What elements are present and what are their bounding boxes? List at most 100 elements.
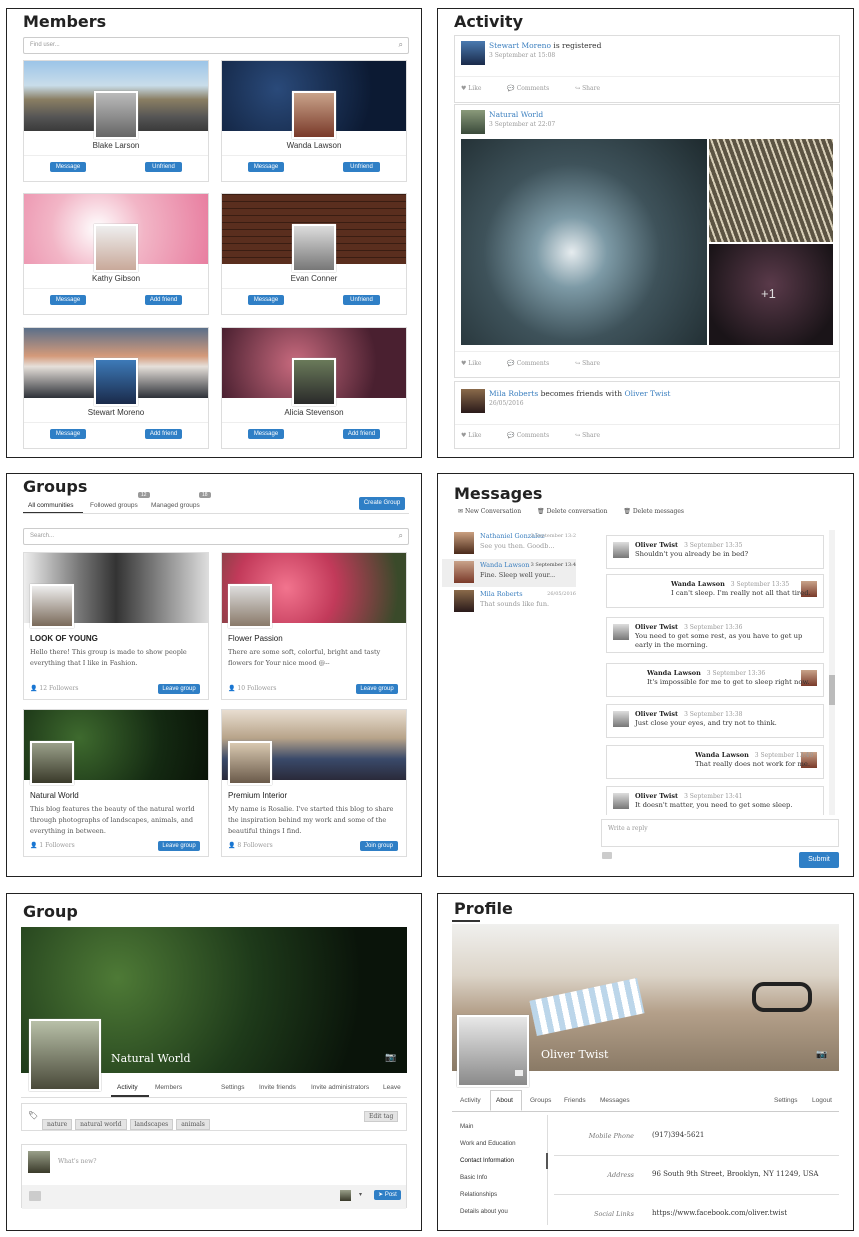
friend-link[interactable]: Oliver Twist bbox=[624, 389, 670, 398]
add-friend-button[interactable]: Add friend bbox=[145, 429, 182, 439]
group-title[interactable]: Flower Passion bbox=[228, 634, 283, 643]
join-group-button[interactable]: Join group bbox=[360, 841, 398, 851]
tab-settings[interactable]: Settings bbox=[221, 1084, 245, 1091]
tab-friends[interactable]: Friends bbox=[564, 1097, 586, 1104]
add-friend-button[interactable]: Add friend bbox=[343, 429, 380, 439]
new-conversation-button[interactable]: ✉ New Conversation bbox=[458, 508, 521, 515]
like-button[interactable]: ♥ Like bbox=[461, 85, 493, 92]
tab-activity[interactable]: Activity bbox=[117, 1084, 138, 1091]
leave-group-button[interactable]: Leave group bbox=[158, 684, 200, 694]
reply-textarea[interactable]: Write a reply bbox=[601, 819, 839, 847]
groups-search-input[interactable]: Search... ⌕ bbox=[23, 528, 409, 545]
edit-tag-button[interactable]: Edit tag bbox=[364, 1111, 399, 1122]
group-title[interactable]: Premium Interior bbox=[228, 791, 287, 800]
social-link[interactable]: https://www.facebook.com/oliver.twist bbox=[652, 1209, 787, 1217]
group-title[interactable]: LOOK OF YOUNG bbox=[30, 634, 98, 643]
group-title[interactable]: Natural World bbox=[30, 791, 79, 800]
add-friend-button[interactable]: Add friend bbox=[145, 295, 182, 305]
tag-chip[interactable]: nature bbox=[42, 1119, 73, 1130]
camera-icon[interactable]: 📷 bbox=[385, 1052, 396, 1063]
post-photo-wheat[interactable] bbox=[709, 139, 833, 242]
post-user-link[interactable]: Stewart Moreno bbox=[489, 41, 551, 50]
leave-group-button[interactable]: Leave group bbox=[356, 684, 398, 694]
unfriend-button[interactable]: Unfriend bbox=[343, 162, 380, 172]
tab-activity[interactable]: Activity bbox=[460, 1097, 481, 1104]
find-user-input[interactable]: Find user... ⌕ bbox=[23, 37, 409, 54]
tag-chip[interactable]: landscapes bbox=[129, 1119, 174, 1130]
member-name[interactable]: Blake Larson bbox=[24, 141, 208, 150]
member-name[interactable]: Alicia Stevenson bbox=[222, 408, 406, 417]
tab-about[interactable]: About bbox=[496, 1097, 513, 1104]
share-button[interactable]: ↪ Share bbox=[575, 432, 612, 439]
tag-chip[interactable]: animals bbox=[176, 1119, 210, 1130]
group-avatar[interactable] bbox=[461, 110, 485, 134]
conversation-item-active[interactable]: Wanda Lawson 3 September 13:4 Fine. Slee… bbox=[442, 559, 576, 587]
tab-members[interactable]: Members bbox=[155, 1084, 182, 1091]
member-avatar[interactable] bbox=[292, 358, 336, 406]
user-avatar[interactable] bbox=[461, 41, 485, 65]
camera-icon[interactable] bbox=[515, 1070, 523, 1076]
privacy-avatar[interactable] bbox=[340, 1190, 351, 1201]
member-name[interactable]: Evan Conner bbox=[222, 274, 406, 283]
sidebar-item-relationships[interactable]: Relationships bbox=[460, 1191, 497, 1198]
search-icon[interactable]: ⌕ bbox=[399, 40, 403, 50]
like-button[interactable]: ♥ Like bbox=[461, 432, 493, 439]
share-button[interactable]: ↪ Share bbox=[575, 360, 612, 367]
message-button[interactable]: Message bbox=[248, 162, 284, 172]
tab-groups[interactable]: Groups bbox=[530, 1097, 551, 1104]
post-user-link[interactable]: Natural World bbox=[489, 110, 543, 119]
message-button[interactable]: Message bbox=[50, 162, 86, 172]
member-name[interactable]: Kathy Gibson bbox=[24, 274, 208, 283]
leave-group-button[interactable]: Leave group bbox=[158, 841, 200, 851]
conversation-item[interactable]: Mila Roberts 26/05/2016 That sounds like… bbox=[442, 588, 576, 616]
sidebar-item-contact[interactable]: Contact Information bbox=[460, 1157, 514, 1164]
member-avatar[interactable] bbox=[292, 224, 336, 272]
tab-messages[interactable]: Messages bbox=[600, 1097, 630, 1104]
sidebar-item-details[interactable]: Details about you bbox=[460, 1208, 508, 1215]
tab-settings[interactable]: Settings bbox=[774, 1097, 798, 1104]
submit-button[interactable]: Submit bbox=[799, 852, 839, 868]
camera-icon[interactable] bbox=[29, 1191, 41, 1201]
user-avatar[interactable] bbox=[461, 389, 485, 413]
like-button[interactable]: ♥ Like bbox=[461, 360, 493, 367]
whats-new-input[interactable]: What's new? bbox=[58, 1158, 96, 1165]
member-name[interactable]: Wanda Lawson bbox=[222, 141, 406, 150]
sidebar-item-basic-info[interactable]: Basic Info bbox=[460, 1174, 487, 1181]
tab-managed-groups[interactable]: Managed groups bbox=[151, 502, 200, 509]
thread-scrollbar[interactable] bbox=[829, 530, 835, 815]
member-avatar[interactable] bbox=[94, 358, 138, 406]
chevron-down-icon[interactable]: ▾ bbox=[359, 1191, 362, 1198]
profile-avatar[interactable] bbox=[457, 1015, 529, 1087]
tag-chip[interactable]: natural world bbox=[75, 1119, 127, 1130]
comments-button[interactable]: 💬 Comments bbox=[507, 85, 561, 92]
conversation-item[interactable]: Nathaniel Gonzalez 3 September 13:2 See … bbox=[442, 530, 576, 558]
message-button[interactable]: Message bbox=[50, 295, 86, 305]
post-user-link[interactable]: Mila Roberts bbox=[489, 389, 538, 398]
sidebar-item-main[interactable]: Main bbox=[460, 1123, 473, 1130]
create-group-button[interactable]: Create Group bbox=[359, 497, 405, 510]
tab-all-communities[interactable]: All communities bbox=[28, 502, 74, 509]
unfriend-button[interactable]: Unfriend bbox=[343, 295, 380, 305]
post-button[interactable]: ➤ Post bbox=[374, 1190, 401, 1200]
post-photo-more[interactable]: +1 bbox=[709, 244, 833, 345]
message-button[interactable]: Message bbox=[248, 295, 284, 305]
attachment-icon[interactable] bbox=[602, 852, 612, 859]
share-button[interactable]: ↪ Share bbox=[575, 85, 612, 92]
comments-button[interactable]: 💬 Comments bbox=[507, 360, 561, 367]
group-avatar[interactable] bbox=[228, 584, 272, 628]
group-avatar[interactable] bbox=[228, 741, 272, 785]
post-photo-main[interactable] bbox=[461, 139, 707, 345]
more-photos-count[interactable]: +1 bbox=[761, 286, 776, 301]
tab-invite-administrators[interactable]: Invite administrators bbox=[311, 1084, 369, 1091]
member-avatar[interactable] bbox=[94, 91, 138, 139]
message-button[interactable]: Message bbox=[248, 429, 284, 439]
tab-followed-groups[interactable]: Followed groups bbox=[90, 502, 138, 509]
unfriend-button[interactable]: Unfriend bbox=[145, 162, 182, 172]
member-avatar[interactable] bbox=[94, 224, 138, 272]
tab-leave[interactable]: Leave bbox=[383, 1084, 401, 1091]
tab-invite-friends[interactable]: Invite friends bbox=[259, 1084, 296, 1091]
sidebar-item-work[interactable]: Work and Education bbox=[460, 1140, 516, 1147]
logout-button[interactable]: Logout bbox=[812, 1097, 832, 1104]
group-avatar[interactable] bbox=[30, 584, 74, 628]
group-avatar[interactable] bbox=[30, 741, 74, 785]
